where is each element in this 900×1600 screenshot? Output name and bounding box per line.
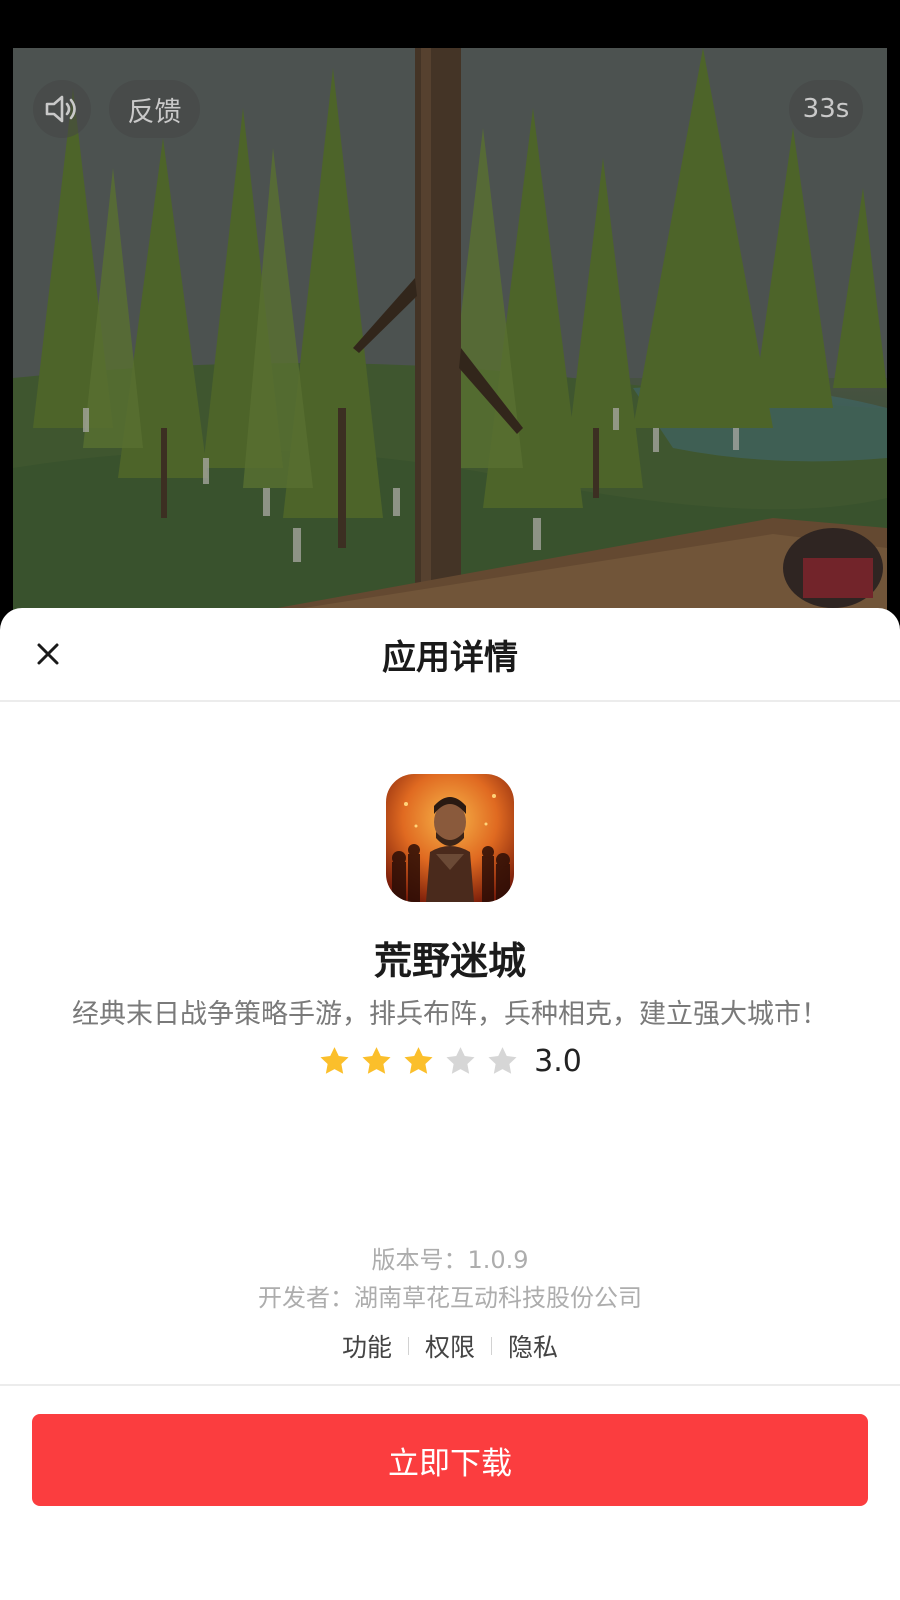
rating: 3.0 [0,1044,900,1079]
star-icon [488,1047,517,1074]
app-detail-sheet: 应用详情 荒野迷城 经典末日战争策略手游，排兵布阵，兵种相克，建立强大城市！ 3… [0,608,900,1600]
feedback-button[interactable]: 反馈 [109,80,200,138]
sheet-header: 应用详情 [0,608,900,702]
divider [407,1337,409,1355]
app-icon-image [392,794,510,902]
sheet-title: 应用详情 [382,637,518,678]
mute-button[interactable] [33,80,91,138]
rating-value: 3.0 [534,1044,582,1079]
countdown-timer: 33s [789,80,863,138]
download-button[interactable]: 立即下载 [32,1414,868,1506]
divider [0,1384,900,1386]
developer-text: 开发者：湖南草花互动科技股份公司 [258,1284,642,1312]
star-icon [362,1047,391,1074]
privacy-link[interactable]: 隐私 [508,1328,558,1364]
speaker-icon [45,95,76,123]
star-icon [446,1047,475,1074]
close-icon [37,643,59,665]
info-links: 功能 权限 隐私 [0,1328,900,1364]
star-icon [404,1047,433,1074]
app-icon [386,774,514,902]
close-button[interactable] [30,636,66,672]
features-link[interactable]: 功能 [342,1328,392,1364]
permissions-link[interactable]: 权限 [425,1328,475,1364]
app-description: 经典末日战争策略手游，排兵布阵，兵种相克，建立强大城市！ [72,999,828,1030]
star-icon [320,1047,349,1074]
version-text: 版本号：1.0.9 [371,1246,529,1274]
divider [491,1337,492,1355]
app-name: 荒野迷城 [373,939,526,983]
